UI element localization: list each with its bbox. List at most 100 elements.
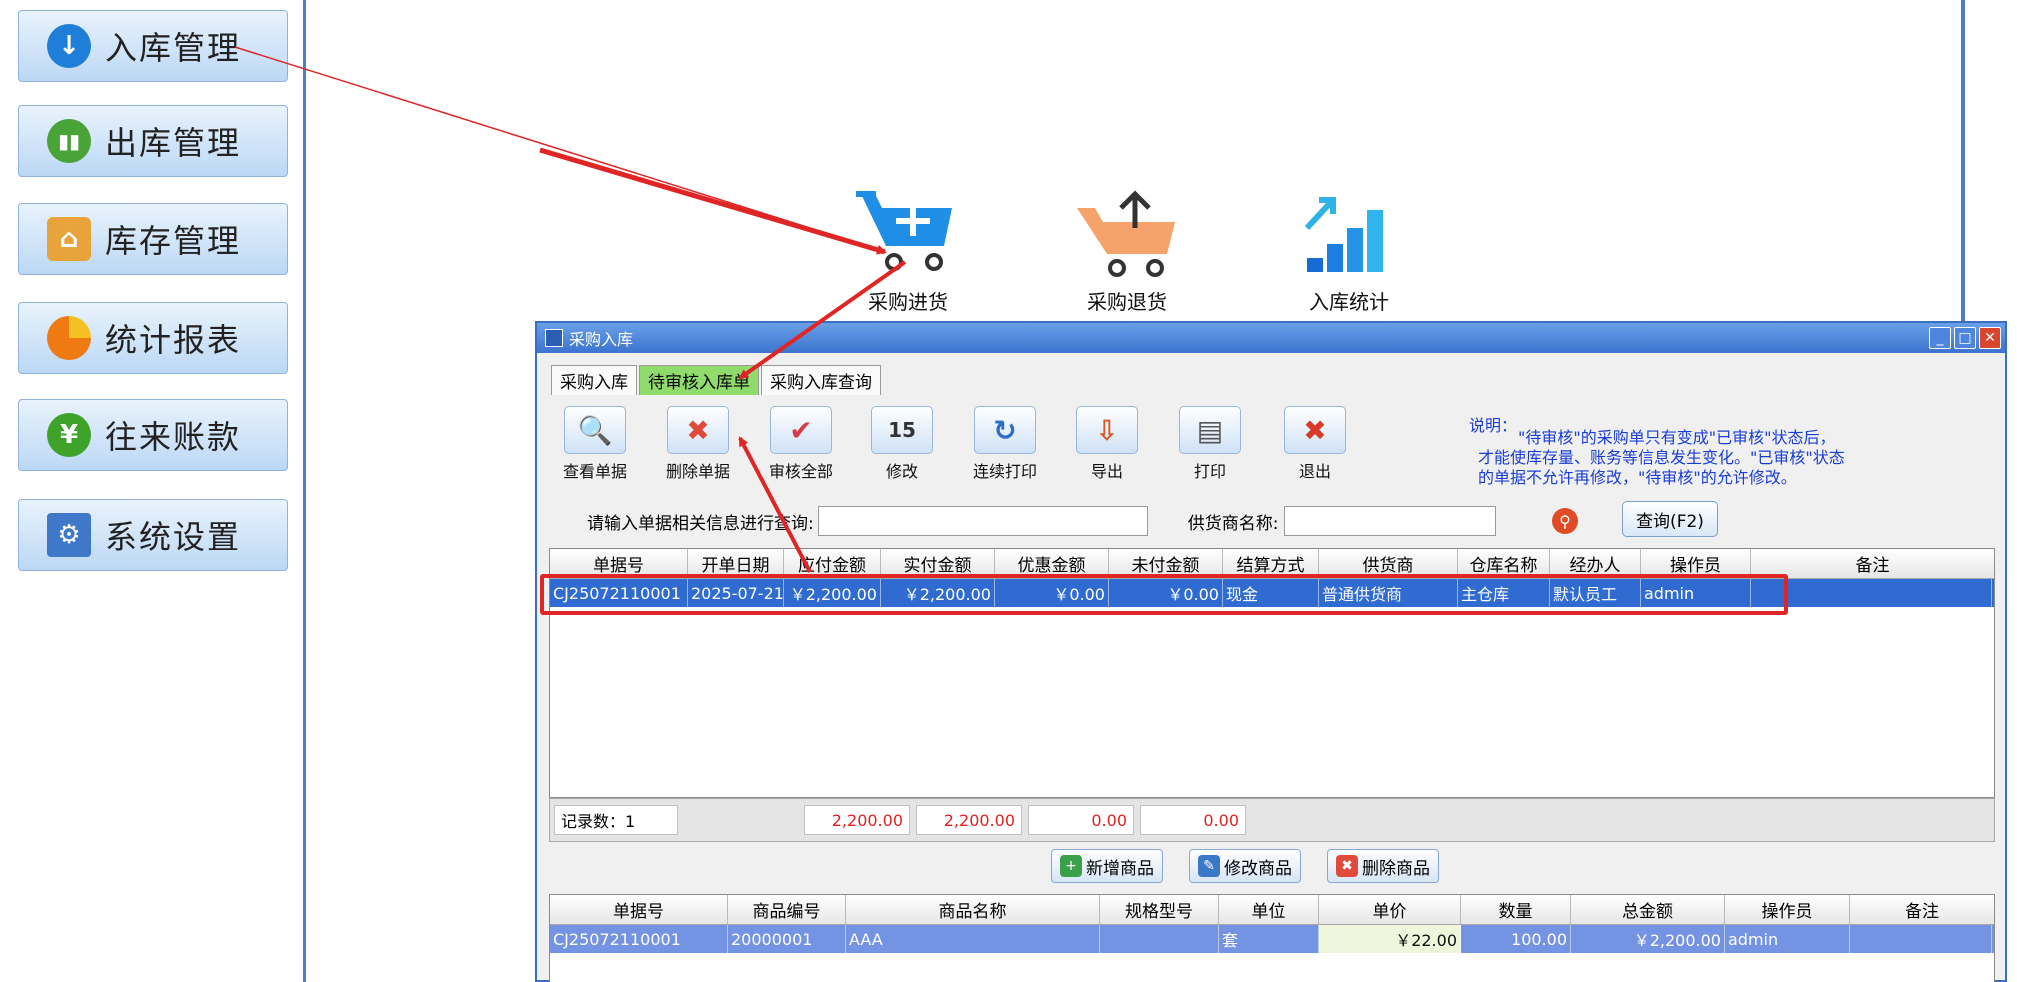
house-icon: ⌂ — [47, 217, 91, 261]
pie-chart-icon — [47, 316, 91, 360]
cart-plus-icon — [856, 191, 952, 271]
calendar-edit-icon: 15 — [871, 406, 933, 454]
check-icon: ✔ — [770, 406, 832, 454]
totals-bar: 记录数：1 2,200.00 2,200.00 0.00 0.00 — [549, 798, 1995, 842]
quick-return[interactable]: 采购退货 — [1052, 188, 1202, 315]
stats-arrow-icon — [1304, 197, 1383, 272]
column-header[interactable]: 总金额 — [1571, 895, 1725, 924]
supplier-label: 供货商名称: — [1187, 513, 1279, 534]
search-row: 请输入单据相关信息进行查询: 供货商名称: — [587, 506, 1497, 536]
table-row[interactable]: CJ25072110001 2025-07-21 ￥2,200.00 ￥2,20… — [550, 579, 1994, 607]
column-header[interactable]: 经办人 — [1550, 549, 1641, 578]
column-header[interactable]: 供货商 — [1319, 549, 1458, 578]
cell-unpaid: ￥0.00 — [1109, 579, 1223, 607]
approve-all-button[interactable]: ✔ 审核全部 — [761, 406, 841, 482]
sidebar-item-stock-out[interactable]: ▮▮ 出库管理 — [18, 105, 288, 177]
quick-purchase[interactable]: 采购进货 — [833, 188, 983, 315]
export-icon: ⇩ — [1076, 406, 1138, 454]
close-button[interactable]: ✕ — [1979, 327, 2001, 349]
sidebar-item-inventory[interactable]: ⌂ 库存管理 — [18, 203, 288, 275]
column-header[interactable]: 单据号 — [550, 895, 728, 924]
cell-remark — [1751, 579, 1992, 607]
total-unpaid: 0.00 — [1140, 805, 1246, 835]
note-text: "待审核"的采购单只有变成"已审核"状态后， 才能使库存量、账务等信息发生变化。… — [1478, 428, 1908, 488]
sidebar-item-reports[interactable]: 统计报表 — [18, 302, 288, 374]
cell-order-no: CJ25072110001 — [550, 579, 688, 607]
sidebar-item-label: 统计报表 — [105, 321, 242, 359]
tab-purchase-in[interactable]: 采购入库 — [551, 365, 637, 395]
column-header[interactable]: 操作员 — [1725, 895, 1850, 924]
sidebar-item-settings[interactable]: ⚙ 系统设置 — [18, 499, 288, 571]
minimize-button[interactable]: _ — [1929, 327, 1951, 349]
button-label: 新增商品 — [1086, 858, 1154, 879]
column-header[interactable]: 开单日期 — [688, 549, 784, 578]
toolbar-label: 修改 — [885, 462, 918, 481]
print-button[interactable]: ▤ 打印 — [1170, 406, 1250, 482]
cell-settlement: 现金 — [1223, 579, 1319, 607]
add-item-button[interactable]: + 新增商品 — [1051, 849, 1163, 883]
items-header: 单据号 商品编号 商品名称 规格型号 单位 单价 数量 总金额 操作员 备注 — [550, 895, 1994, 925]
toolbar-label: 查看单据 — [562, 462, 627, 481]
cell-operator: admin — [1725, 925, 1850, 953]
delete-order-button[interactable]: ✖ 删除单据 — [658, 406, 738, 482]
sidebar-item-label: 库存管理 — [105, 222, 242, 260]
column-header[interactable]: 商品名称 — [846, 895, 1100, 924]
window-title: 采购入库 — [569, 330, 634, 349]
column-header[interactable]: 单据号 — [550, 549, 688, 578]
note-line: 才能使库存量、账务等信息发生变化。"已审核"状态 — [1478, 448, 1845, 467]
cell-total: ￥2,200.00 — [1571, 925, 1725, 953]
supplier-input[interactable] — [1284, 506, 1497, 536]
cell-warehouse: 主仓库 — [1458, 579, 1550, 607]
printer-icon: ▤ — [1179, 406, 1241, 454]
column-header[interactable]: 数量 — [1461, 895, 1571, 924]
window-app-icon — [545, 329, 563, 347]
sidebar-item-stock-in[interactable]: ↓ 入库管理 — [18, 10, 288, 82]
supplier-lookup-icon[interactable]: ⚲ — [1552, 508, 1578, 534]
edit-item-button[interactable]: ✎ 修改商品 — [1189, 849, 1301, 883]
column-header[interactable]: 操作员 — [1641, 549, 1751, 578]
cell-unit-price[interactable]: ￥22.00 — [1319, 925, 1461, 953]
column-header[interactable]: 优惠金额 — [995, 549, 1109, 578]
scroll-print-icon: ↻ — [974, 406, 1036, 454]
column-header[interactable]: 仓库名称 — [1458, 549, 1550, 578]
column-header[interactable]: 单价 — [1319, 895, 1461, 924]
tab-pending-review[interactable]: 待审核入库单 — [639, 365, 759, 395]
tab-purchase-query[interactable]: 采购入库查询 — [761, 365, 881, 395]
search-input[interactable] — [817, 506, 1148, 536]
column-header[interactable]: 单位 — [1219, 895, 1319, 924]
view-order-button[interactable]: 🔍 查看单据 — [555, 406, 635, 482]
exit-button[interactable]: ✖ 退出 — [1275, 406, 1355, 482]
cell-quantity: 100.00 — [1461, 925, 1571, 953]
column-header[interactable]: 商品编号 — [728, 895, 846, 924]
maximize-button[interactable]: □ — [1954, 327, 1976, 349]
button-label: 删除商品 — [1362, 858, 1430, 879]
column-header[interactable]: 实付金额 — [881, 549, 995, 578]
delete-x-icon: ✖ — [667, 406, 729, 454]
bar-chart-icon: ▮▮ — [47, 119, 91, 163]
exit-icon: ✖ — [1284, 406, 1346, 454]
export-button[interactable]: ⇩ 导出 — [1067, 406, 1147, 482]
edit-button[interactable]: 15 修改 — [862, 406, 942, 482]
orders-table: 单据号 开单日期 应付金额 实付金额 优惠金额 未付金额 结算方式 供货商 仓库… — [549, 548, 1995, 798]
query-button[interactable]: 查询(F2) — [1622, 501, 1718, 537]
column-header[interactable]: 规格型号 — [1100, 895, 1219, 924]
toolbar-label: 打印 — [1193, 462, 1226, 481]
quick-stats[interactable]: 入库统计 — [1274, 188, 1424, 315]
app-root: ↓ 入库管理 ▮▮ 出库管理 ⌂ 库存管理 统计报表 ¥ 往来账款 ⚙ 系统设置 — [0, 0, 2017, 982]
window-titlebar[interactable]: 采购入库 — [537, 323, 2005, 353]
total-paid: 2,200.00 — [916, 805, 1022, 835]
column-header[interactable]: 备注 — [1751, 549, 1994, 578]
cell-spec — [1100, 925, 1219, 953]
note-line: "待审核"的采购单只有变成"已审核"状态后， — [1518, 428, 1836, 447]
column-header[interactable]: 未付金额 — [1109, 549, 1223, 578]
table-row[interactable]: CJ25072110001 20000001 AAA 套 ￥22.00 100.… — [550, 925, 1994, 953]
delete-item-button[interactable]: ✖ 删除商品 — [1327, 849, 1439, 883]
column-header[interactable]: 应付金额 — [784, 549, 881, 578]
cell-item-code: 20000001 — [728, 925, 846, 953]
batch-print-button[interactable]: ↻ 连续打印 — [965, 406, 1045, 482]
sidebar-item-accounts[interactable]: ¥ 往来账款 — [18, 399, 288, 471]
down-arrow-icon: ↓ — [47, 24, 91, 68]
column-header[interactable]: 备注 — [1850, 895, 1994, 924]
sidebar-item-label: 出库管理 — [105, 124, 242, 162]
column-header[interactable]: 结算方式 — [1223, 549, 1319, 578]
